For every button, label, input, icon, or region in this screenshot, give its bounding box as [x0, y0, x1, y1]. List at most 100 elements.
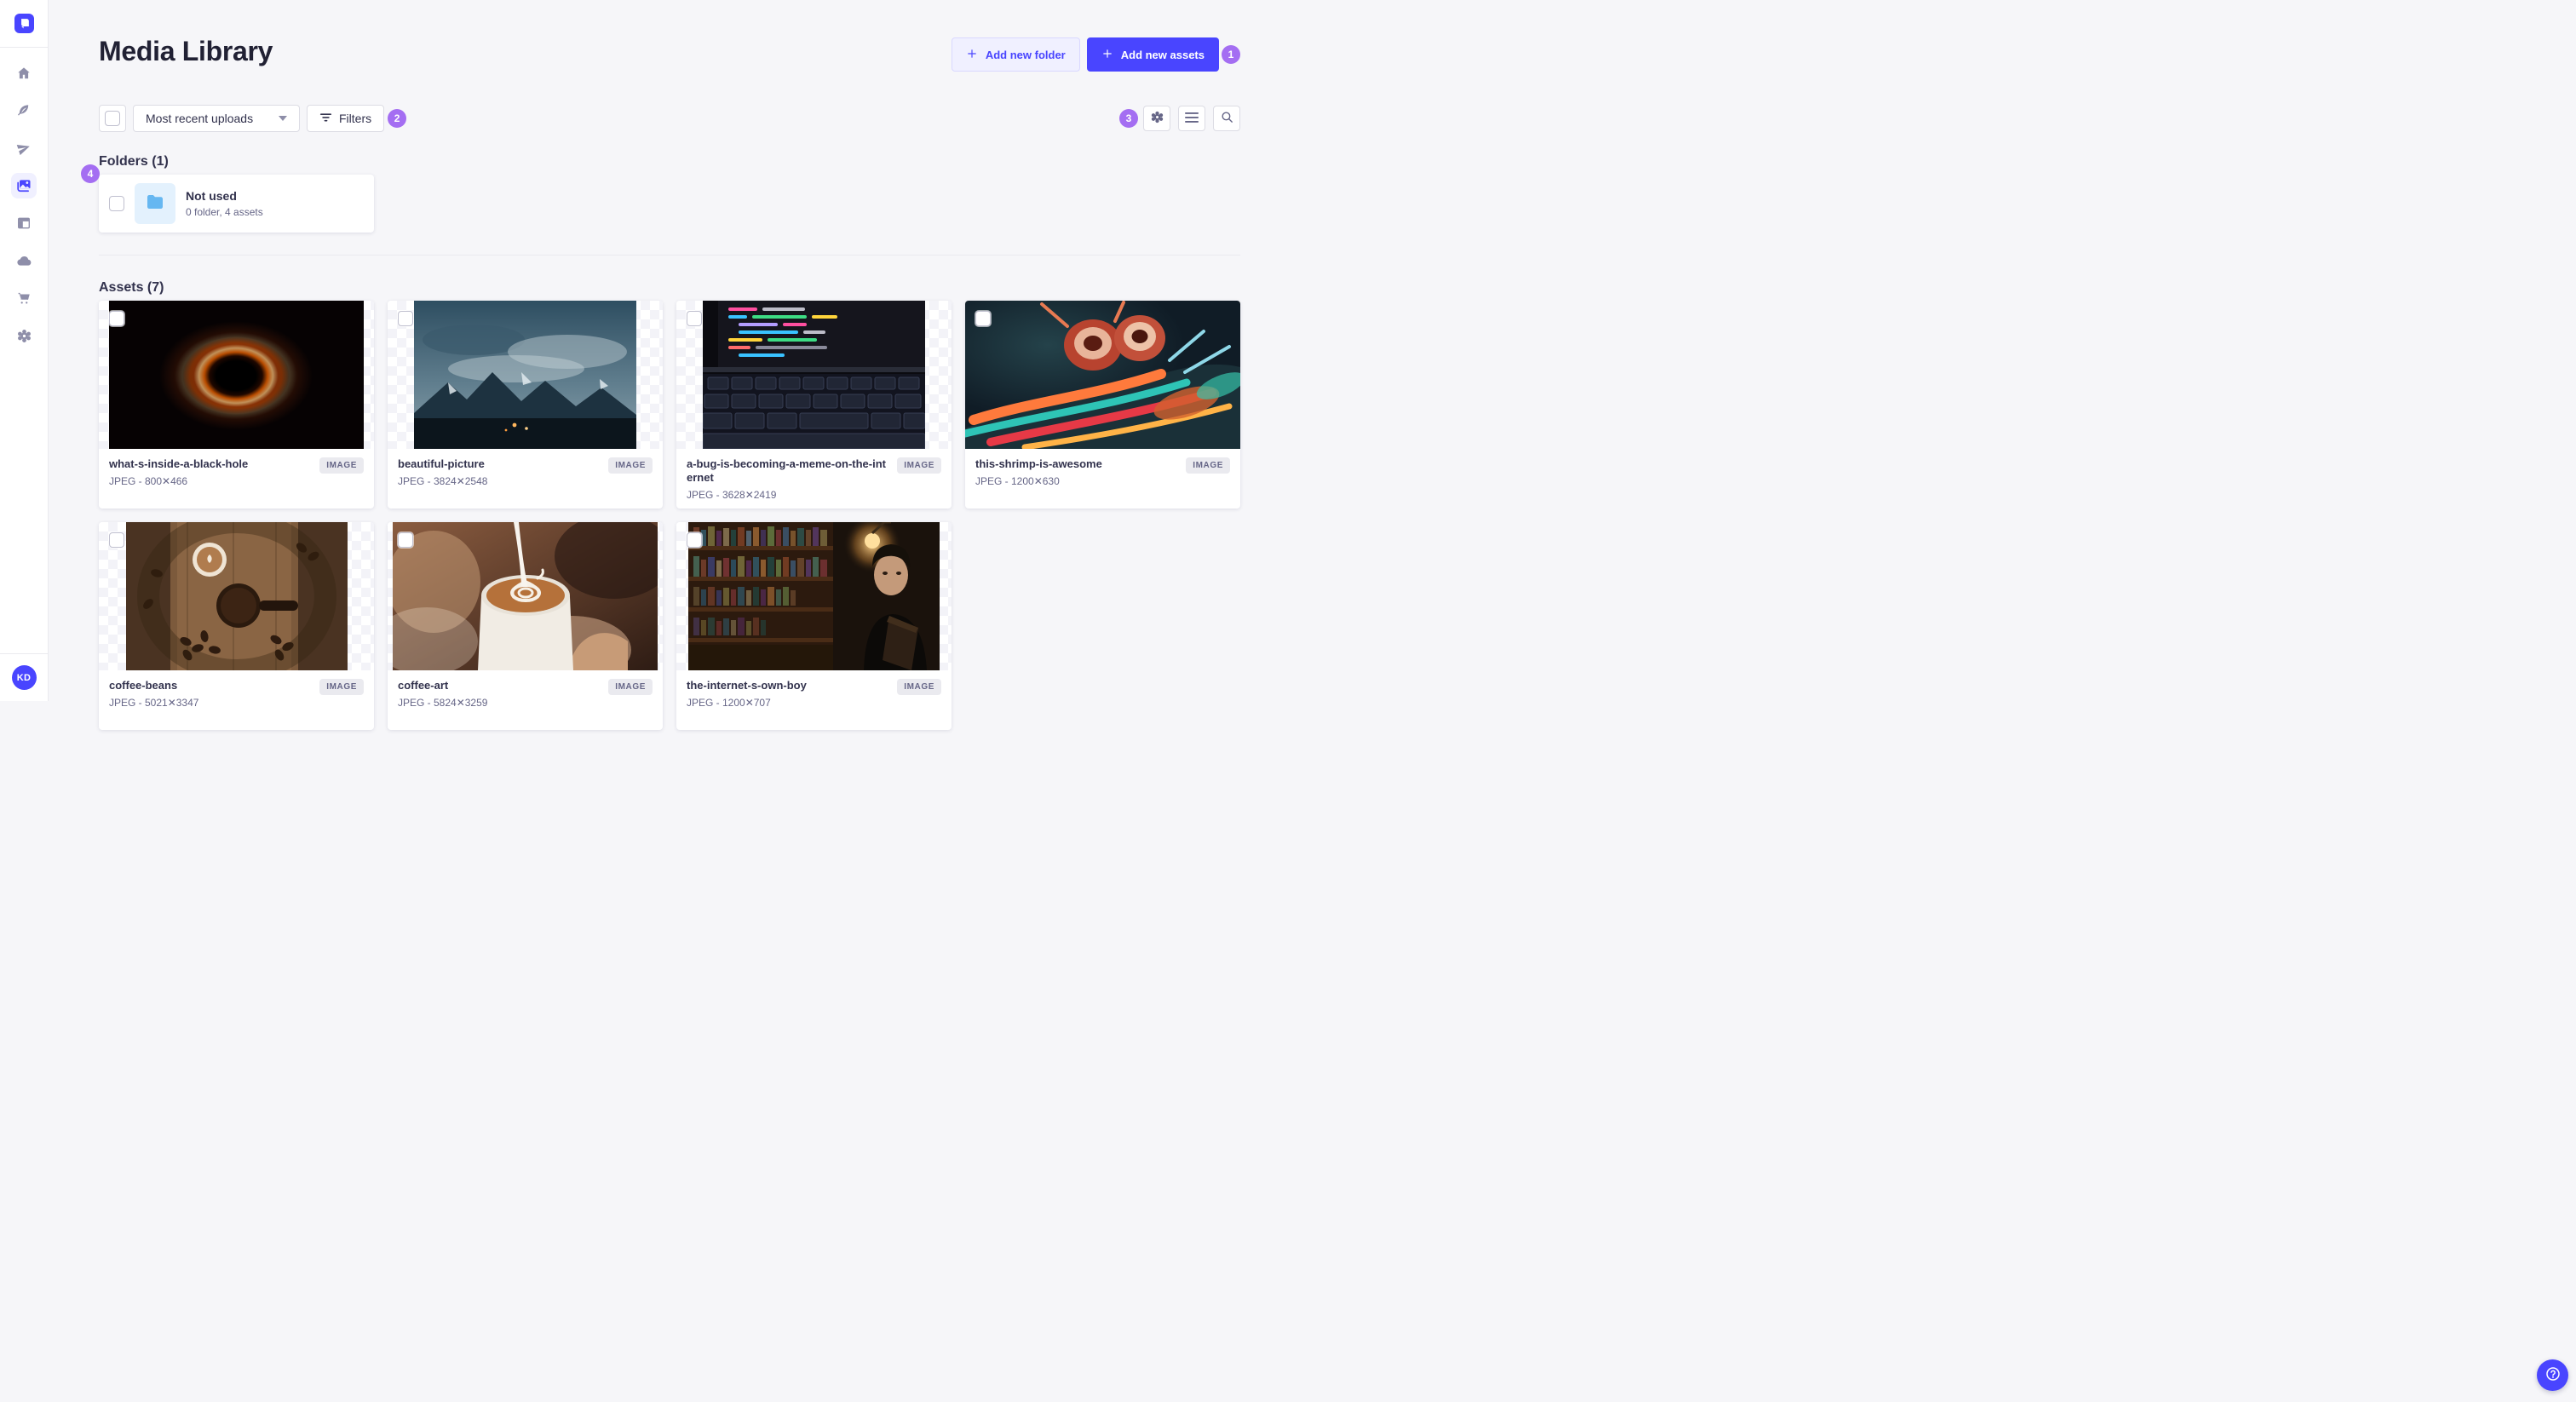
sidebar-footer: KD — [0, 653, 49, 701]
gear-icon — [16, 328, 32, 344]
asset-checkbox[interactable] — [398, 532, 413, 548]
asset-title: this-shrimp-is-awesome — [975, 457, 1102, 470]
tour-step-badge-4: 4 — [81, 164, 100, 183]
list-view-button[interactable] — [1178, 106, 1205, 131]
asset-title: a-bug-is-becoming-a-meme-on-the-internet — [687, 457, 886, 484]
asset-meta: JPEG - 5021✕3347 — [109, 697, 199, 709]
filters-label: Filters — [339, 112, 372, 125]
sidebar-nav — [11, 48, 37, 653]
asset-thumbnail-coffee-beans — [99, 522, 374, 670]
asset-title: coffee-art — [398, 679, 449, 692]
asset-type-badge: IMAGE — [897, 679, 941, 695]
folder-card[interactable]: Not used 0 folder, 4 assets — [99, 175, 374, 233]
strapi-logo[interactable] — [14, 14, 34, 33]
select-all-checkbox[interactable] — [105, 111, 120, 126]
sidebar-item-deploy[interactable] — [11, 135, 37, 161]
avatar[interactable]: KD — [11, 665, 37, 690]
asset-card-body: a-bug-is-becoming-a-meme-on-the-internet… — [676, 449, 952, 509]
asset-thumbnail-latte-art — [388, 522, 663, 670]
plus-icon — [1101, 48, 1113, 62]
folder-meta: 0 folder, 4 assets — [186, 206, 263, 218]
tour-step-badge-2: 2 — [388, 109, 407, 128]
filters-button[interactable]: Filters — [307, 105, 385, 132]
asset-card-body: coffee-art JPEG - 5824✕3259 IMAGE — [388, 670, 663, 717]
search-button[interactable] — [1213, 106, 1240, 131]
help-button[interactable] — [2537, 1359, 2568, 1391]
sort-dropdown[interactable]: Most recent uploads — [133, 105, 300, 132]
asset-card-body: this-shrimp-is-awesome JPEG - 1200✕630 I… — [965, 449, 1240, 496]
toolbar-right: 3 — [1119, 106, 1240, 131]
sidebar-item-content-type-builder[interactable] — [11, 210, 37, 236]
asset-checkbox[interactable] — [109, 532, 124, 548]
sidebar-item-cloud[interactable] — [11, 248, 37, 273]
asset-card[interactable]: coffee-art JPEG - 5824✕3259 IMAGE — [388, 522, 663, 730]
asset-title: what-s-inside-a-black-hole — [109, 457, 249, 470]
feather-icon — [16, 103, 32, 118]
asset-title: beautiful-picture — [398, 457, 485, 470]
assets-heading: Assets (7) — [99, 280, 164, 295]
toolbar: Most recent uploads Filters 2 3 — [99, 105, 1240, 132]
cart-icon — [16, 290, 32, 306]
asset-card[interactable]: this-shrimp-is-awesome JPEG - 1200✕630 I… — [965, 301, 1240, 509]
asset-thumbnail-library-portrait — [676, 522, 952, 670]
toolbar-left: Most recent uploads Filters 2 — [99, 105, 407, 132]
asset-checkbox[interactable] — [687, 532, 702, 548]
strapi-logo-icon — [20, 19, 29, 29]
asset-card[interactable]: beautiful-picture JPEG - 3824✕2548 IMAGE — [388, 301, 663, 509]
folder-icon-box — [135, 183, 175, 224]
asset-card[interactable]: a-bug-is-becoming-a-meme-on-the-internet… — [676, 301, 952, 509]
folders-section-head: 4 Folders (1) — [81, 154, 1240, 183]
configure-view-button[interactable] — [1143, 106, 1170, 131]
asset-title: the-internet-s-own-boy — [687, 679, 807, 692]
asset-type-badge: IMAGE — [319, 679, 364, 695]
cloud-icon — [16, 253, 32, 269]
select-all-container — [99, 105, 126, 132]
sidebar: KD — [0, 0, 49, 701]
sidebar-item-home[interactable] — [11, 60, 37, 86]
home-icon — [16, 66, 32, 81]
asset-checkbox[interactable] — [109, 311, 124, 326]
add-new-assets-button[interactable]: Add new assets — [1086, 37, 1219, 72]
asset-card[interactable]: the-internet-s-own-boy JPEG - 1200✕707 I… — [676, 522, 952, 730]
page-header: Media Library Add new folder Add new ass… — [99, 34, 1240, 75]
asset-card-body: what-s-inside-a-black-hole JPEG - 800✕46… — [99, 449, 374, 496]
asset-card[interactable]: what-s-inside-a-black-hole JPEG - 800✕46… — [99, 301, 374, 509]
folder-texts: Not used 0 folder, 4 assets — [186, 189, 263, 218]
asset-checkbox[interactable] — [975, 311, 991, 326]
header-actions: Add new folder Add new assets 1 — [951, 37, 1240, 72]
page-title: Media Library — [99, 36, 273, 66]
images-icon — [15, 177, 32, 194]
asset-meta: JPEG - 5824✕3259 — [398, 697, 488, 709]
list-icon — [1185, 112, 1199, 125]
asset-thumbnail-shrimp — [965, 301, 1240, 449]
search-icon — [1220, 110, 1234, 127]
asset-checkbox[interactable] — [398, 311, 413, 326]
sidebar-item-media-library[interactable] — [11, 173, 37, 198]
asset-card-body: beautiful-picture JPEG - 3824✕2548 IMAGE — [388, 449, 663, 496]
add-new-folder-label: Add new folder — [985, 48, 1066, 61]
tour-step-badge-1: 1 — [1222, 45, 1240, 64]
asset-meta: JPEG - 1200✕707 — [687, 697, 771, 709]
asset-card-body: the-internet-s-own-boy JPEG - 1200✕707 I… — [676, 670, 952, 717]
logo-wrap — [0, 0, 49, 48]
add-new-assets-label: Add new assets — [1120, 48, 1205, 61]
sidebar-item-settings[interactable] — [11, 323, 37, 348]
assets-grid: what-s-inside-a-black-hole JPEG - 800✕46… — [99, 301, 1240, 730]
folder-checkbox[interactable] — [109, 196, 124, 211]
filter-icon — [319, 112, 332, 125]
chevron-down-icon — [279, 116, 287, 121]
asset-card[interactable]: coffee-beans JPEG - 5021✕3347 IMAGE — [99, 522, 374, 730]
asset-meta: JPEG - 1200✕630 — [975, 475, 1060, 487]
cog-icon — [1150, 110, 1164, 127]
assets-section-head: Assets (7) — [99, 280, 1240, 297]
asset-type-badge: IMAGE — [319, 457, 364, 474]
paper-plane-icon — [16, 141, 32, 156]
asset-type-badge: IMAGE — [897, 457, 941, 474]
asset-checkbox[interactable] — [687, 311, 702, 326]
sidebar-item-marketplace[interactable] — [11, 285, 37, 311]
asset-type-badge: IMAGE — [608, 457, 653, 474]
folder-icon — [145, 192, 165, 216]
add-new-folder-button[interactable]: Add new folder — [951, 37, 1080, 72]
asset-meta: JPEG - 3824✕2548 — [398, 475, 488, 487]
sidebar-item-content[interactable] — [11, 98, 37, 124]
